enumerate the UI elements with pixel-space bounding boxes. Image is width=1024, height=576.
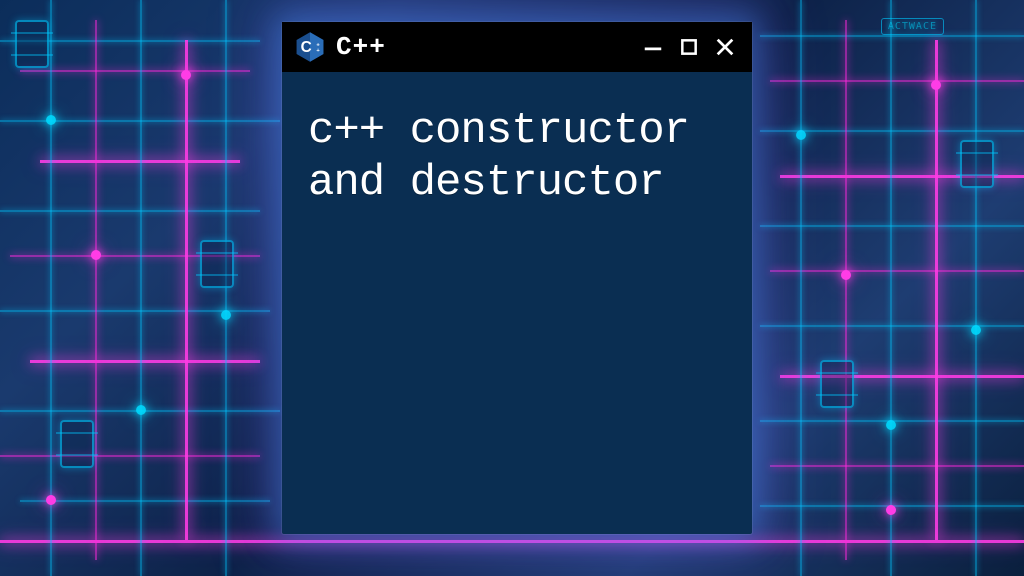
close-button[interactable] [712,34,738,60]
content-heading: c++ constructor and destructor [308,106,726,210]
titlebar: C + + C++ [282,22,752,72]
window-controls [640,34,738,60]
window-title: C++ [336,32,630,62]
terminal-window: C + + C++ c++ constructor and destructor [282,22,752,534]
window-body: c++ constructor and destructor [282,72,752,244]
svg-text:C: C [301,39,312,56]
bg-badge: ACTWACE [881,18,944,35]
minimize-button[interactable] [640,34,666,60]
maximize-button[interactable] [676,34,702,60]
cpp-logo-icon: C + + [294,31,326,63]
